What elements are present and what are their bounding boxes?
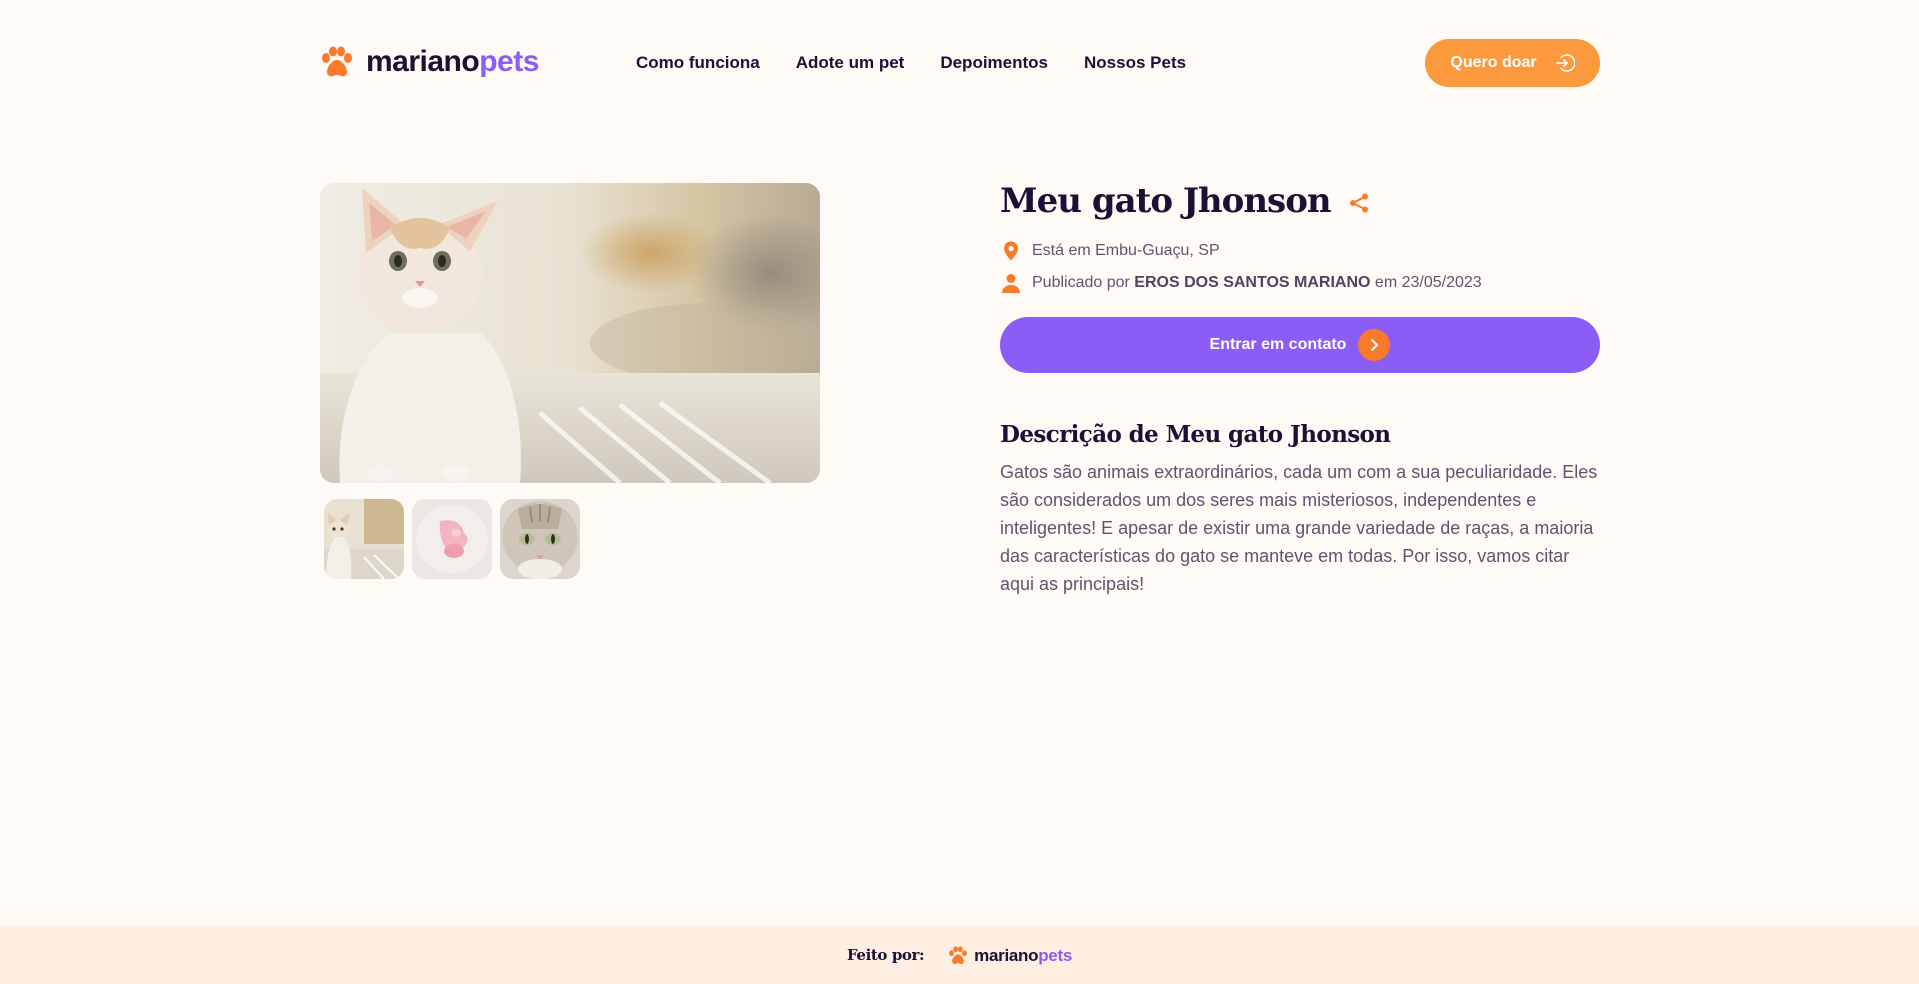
- brand-logo[interactable]: marianopets: [320, 46, 539, 78]
- pet-details: Meu gato Jhonson Está em Embu-Guaçu, SP …: [1000, 178, 1600, 598]
- description-title: Descrição de Meu gato Jhonson: [1000, 421, 1391, 448]
- thumbnail-3[interactable]: [500, 499, 580, 579]
- site-footer: Feito por: marianopets: [0, 926, 1919, 984]
- user-icon: [1002, 274, 1020, 293]
- nav-adote-um-pet[interactable]: Adote um pet: [796, 53, 905, 73]
- thumbnail-2[interactable]: [412, 499, 492, 579]
- location-text: Está em Embu-Guaçu, SP: [1032, 242, 1220, 259]
- contact-button-label: Entrar em contato: [1209, 336, 1347, 353]
- nav-nossos-pets[interactable]: Nossos Pets: [1084, 53, 1186, 73]
- published-text: Publicado por EROS DOS SANTOS MARIANO em…: [1032, 274, 1482, 291]
- published-row: Publicado por EROS DOS SANTOS MARIANO em…: [1000, 272, 1600, 294]
- paw-icon: [948, 946, 968, 965]
- nav-como-funciona[interactable]: Como funciona: [636, 53, 760, 73]
- main-pet-photo: [320, 183, 820, 483]
- footer-brand-name: marianopets: [974, 945, 1072, 965]
- paw-icon: [320, 46, 354, 78]
- donate-button-label: Quero doar: [1450, 54, 1537, 71]
- pink-toy-thumbnail: [412, 499, 492, 579]
- author-name: EROS DOS SANTOS MARIANO: [1134, 274, 1371, 291]
- footer-brand-logo[interactable]: marianopets: [948, 946, 1072, 965]
- photo-thumbnails: [324, 499, 580, 579]
- kitten-thumbnail: [324, 499, 404, 579]
- location-pin-icon: [1004, 241, 1018, 261]
- donate-button[interactable]: Quero doar: [1425, 39, 1600, 87]
- chevron-right-icon: [1358, 329, 1391, 361]
- nav-depoimentos[interactable]: Depoimentos: [940, 53, 1048, 73]
- main-nav: Como funciona Adote um pet Depoimentos N…: [636, 53, 1186, 73]
- site-header: marianopets Como funciona Adote um pet D…: [320, 38, 1600, 88]
- title-row: Meu gato Jhonson: [1000, 178, 1600, 224]
- thumbnail-1[interactable]: [324, 499, 404, 579]
- contact-button[interactable]: Entrar em contato: [1000, 317, 1600, 373]
- pet-meta: Está em Embu-Guaçu, SP Publicado por ERO…: [1000, 240, 1600, 294]
- tabby-cat-thumbnail: [500, 499, 580, 579]
- sign-in-icon: [1555, 54, 1575, 72]
- share-icon[interactable]: [1347, 191, 1371, 215]
- kitten-photo: [320, 183, 820, 483]
- location-row: Está em Embu-Guaçu, SP: [1000, 240, 1600, 262]
- footer-label: Feito por:: [847, 946, 925, 964]
- description-text: Gatos são animais extraordinários, cada …: [1000, 462, 1598, 594]
- brand-name: marianopets: [366, 45, 539, 78]
- pet-title: Meu gato Jhonson: [1000, 181, 1332, 221]
